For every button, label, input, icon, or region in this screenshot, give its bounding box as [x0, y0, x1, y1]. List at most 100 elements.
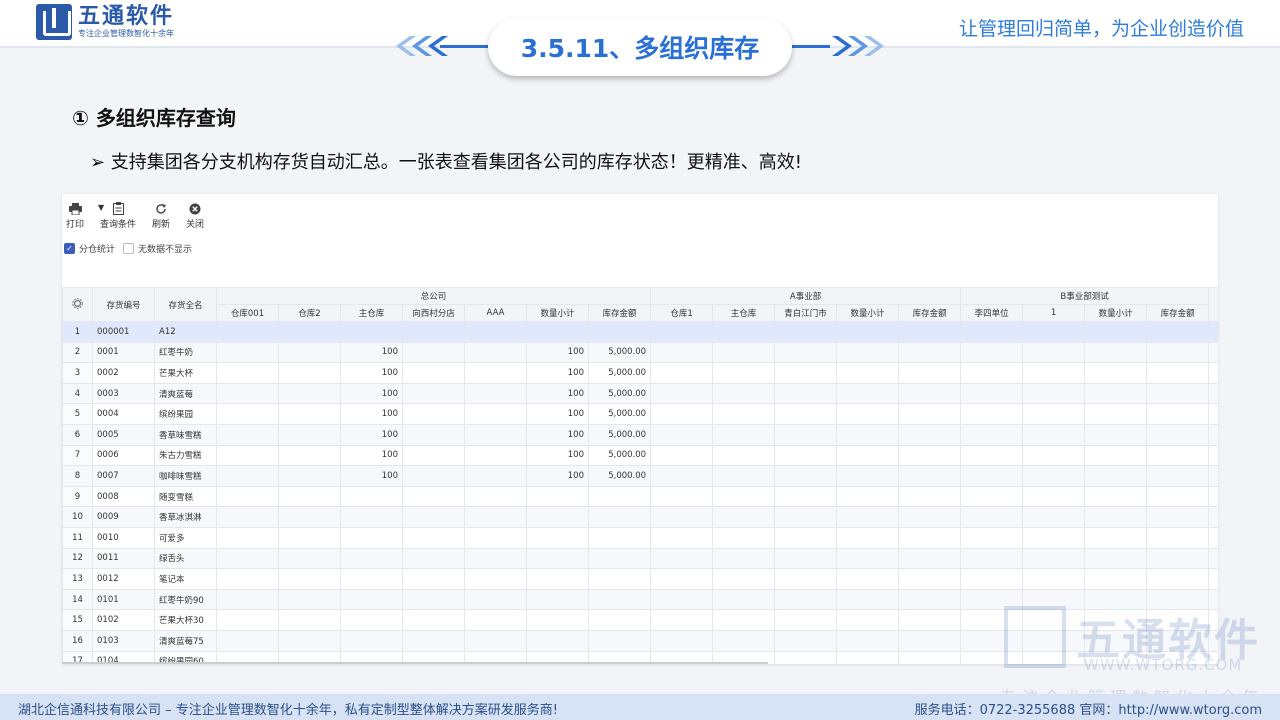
table-row[interactable]: 3 0002 芒果大杯 100 100 5,000.00 — [62, 362, 1218, 384]
table-cell[interactable] — [216, 485, 279, 508]
table-row[interactable]: 1 000001 A12 — [62, 321, 1218, 343]
subheader-cell[interactable]: 库存金额 — [898, 304, 962, 322]
subheader-cell[interactable]: 数量小计 — [1084, 304, 1148, 322]
table-cell[interactable] — [712, 423, 776, 446]
table-cell[interactable] — [774, 382, 838, 405]
table-cell[interactable] — [587, 568, 652, 590]
table-cell[interactable] — [898, 506, 962, 528]
table-cell[interactable]: 2 — [62, 341, 93, 364]
table-cell[interactable] — [340, 629, 403, 652]
table-cell[interactable] — [402, 341, 465, 364]
table-cell[interactable] — [712, 526, 776, 549]
table-cell[interactable]: 5 — [62, 403, 93, 425]
table-cell[interactable] — [774, 321, 838, 343]
table-cell[interactable] — [402, 403, 465, 425]
table-cell[interactable] — [712, 465, 776, 487]
table-cell[interactable] — [650, 526, 714, 549]
table-cell[interactable] — [1084, 403, 1148, 425]
table-cell[interactable] — [898, 341, 962, 364]
table-cell[interactable] — [216, 403, 279, 425]
table-cell[interactable] — [898, 547, 962, 570]
table-cell[interactable] — [712, 629, 776, 652]
table-cell[interactable] — [278, 382, 341, 405]
table-cell[interactable]: 0009 — [92, 506, 155, 528]
table-cell[interactable] — [960, 341, 1024, 364]
table-cell[interactable] — [1022, 362, 1086, 384]
table-cell[interactable] — [1084, 362, 1148, 384]
table-cell[interactable] — [340, 568, 403, 590]
table-cell[interactable]: 6 — [62, 423, 93, 446]
table-cell[interactable] — [836, 403, 900, 425]
table-cell[interactable]: 5,000.00 — [587, 465, 652, 487]
table-cell[interactable] — [1146, 362, 1210, 384]
table-cell[interactable] — [278, 444, 341, 467]
table-cell[interactable] — [1208, 547, 1218, 570]
table-cell[interactable] — [1022, 485, 1086, 508]
table-cell[interactable] — [650, 341, 714, 364]
table-cell[interactable] — [340, 588, 403, 611]
table-cell[interactable] — [526, 485, 589, 508]
table-cell[interactable] — [587, 321, 652, 343]
table-cell[interactable] — [836, 341, 900, 364]
table-cell[interactable] — [898, 650, 962, 664]
table-cell[interactable] — [774, 423, 838, 446]
table-cell[interactable]: 12 — [62, 547, 93, 570]
table-cell[interactable] — [836, 465, 900, 487]
subheader-cell[interactable]: AAA — [464, 304, 527, 322]
table-cell[interactable] — [650, 485, 714, 508]
table-cell[interactable] — [650, 465, 714, 487]
table-cell[interactable] — [774, 485, 838, 508]
table-cell[interactable] — [587, 526, 652, 549]
subheader-cell[interactable]: 库存金额 — [587, 304, 652, 322]
table-cell[interactable] — [1084, 465, 1148, 487]
table-cell[interactable]: 14 — [62, 588, 93, 611]
table-cell[interactable] — [587, 547, 652, 570]
table-cell[interactable] — [712, 362, 776, 384]
table-cell[interactable]: 香草冰淇淋 — [154, 506, 217, 528]
table-cell[interactable] — [526, 609, 589, 631]
table-cell[interactable] — [774, 568, 838, 590]
table-cell[interactable] — [774, 547, 838, 570]
table-cell[interactable]: 100 — [340, 465, 403, 487]
table-cell[interactable]: 16 — [62, 629, 93, 652]
table-cell[interactable] — [587, 588, 652, 611]
table-cell[interactable] — [1084, 568, 1148, 590]
table-cell[interactable] — [1022, 403, 1086, 425]
table-cell[interactable]: 可爱多 — [154, 526, 217, 549]
table-cell[interactable] — [278, 485, 341, 508]
table-cell[interactable] — [464, 609, 527, 631]
table-cell[interactable]: 0005 — [92, 423, 155, 446]
print-button[interactable]: 打印 — [66, 202, 84, 230]
table-cell[interactable] — [1208, 465, 1218, 487]
table-row[interactable]: 12 0011 绿舌头 — [62, 547, 1218, 570]
table-cell[interactable] — [587, 609, 652, 631]
table-cell[interactable] — [216, 526, 279, 549]
table-cell[interactable] — [464, 506, 527, 528]
table-cell[interactable] — [836, 506, 900, 528]
table-cell[interactable] — [1146, 321, 1210, 343]
table-cell[interactable] — [1146, 485, 1210, 508]
hide-empty-checkbox[interactable]: 无数据不显示 — [123, 242, 192, 255]
table-row[interactable]: 9 0008 随变雪糕 — [62, 485, 1218, 508]
table-cell[interactable] — [1208, 423, 1218, 446]
table-cell[interactable] — [526, 321, 589, 343]
table-cell[interactable] — [898, 362, 962, 384]
table-cell[interactable]: 0006 — [92, 444, 155, 467]
table-cell[interactable]: 0001 — [92, 341, 155, 364]
subheader-cell[interactable]: 数量小计 — [836, 304, 900, 322]
table-cell[interactable] — [1022, 444, 1086, 467]
table-cell[interactable] — [402, 321, 465, 343]
table-cell[interactable] — [1146, 568, 1210, 590]
table-cell[interactable] — [587, 485, 652, 508]
table-cell[interactable] — [1084, 444, 1148, 467]
table-cell[interactable]: 0102 — [92, 609, 155, 631]
table-cell[interactable] — [464, 568, 527, 590]
table-cell[interactable] — [712, 547, 776, 570]
table-cell[interactable] — [526, 506, 589, 528]
table-cell[interactable] — [464, 444, 527, 467]
table-cell[interactable] — [402, 485, 465, 508]
table-cell[interactable] — [650, 362, 714, 384]
subheader-cell[interactable]: 李四单位 — [960, 304, 1024, 322]
table-cell[interactable] — [278, 403, 341, 425]
table-row[interactable]: 13 0012 笔记本 — [62, 568, 1218, 590]
